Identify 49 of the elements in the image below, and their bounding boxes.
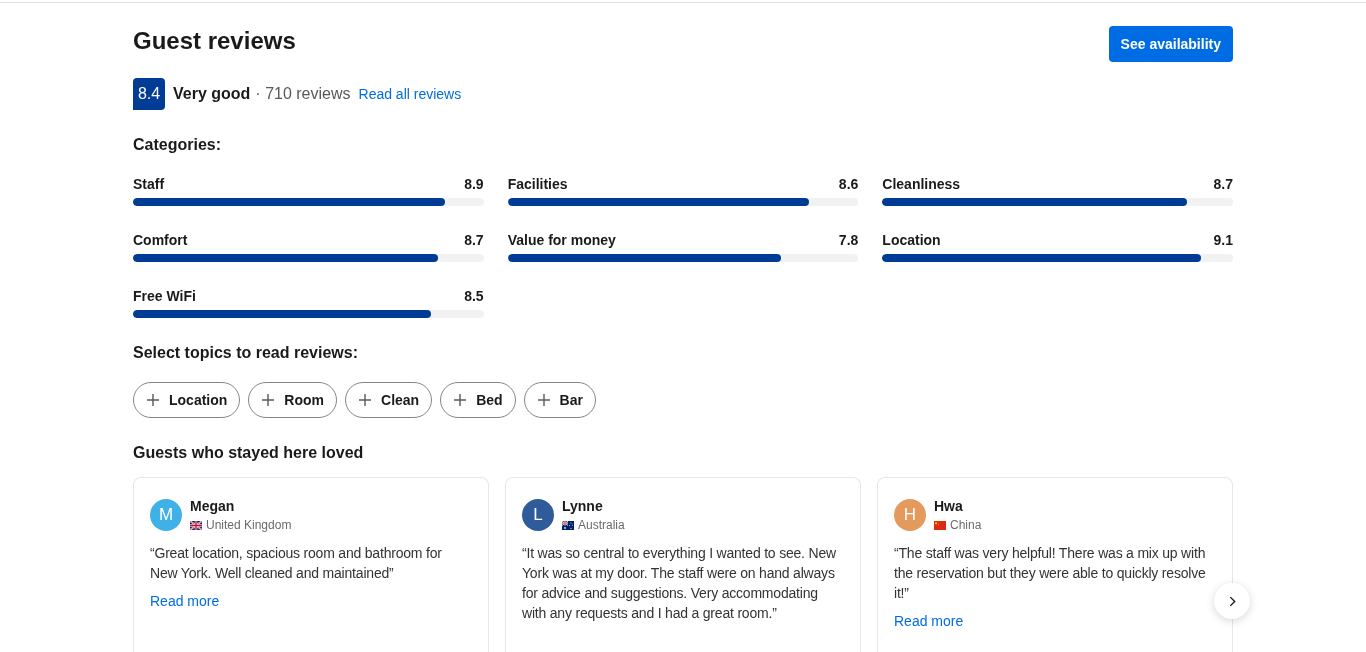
category-name: Facilities <box>507 175 568 194</box>
category-name: Free WiFi <box>133 287 196 306</box>
loved-heading: Guests who stayed here loved <box>133 443 365 463</box>
review-quote: “The staff was very helpful! There was a mix up with the reservation but they were able to quickly resolve it!” <box>894 544 1207 603</box>
read-more-link[interactable]: Read more <box>150 591 220 611</box>
reviewer-country: China <box>950 517 982 533</box>
category-name: Staff <box>133 175 165 194</box>
review-quote: “It was so central to everything I wanted to see. New York was at my door. The staff were on hand always for advice and suggestions. Very accommodating with any requests and I had a great room.” <box>522 544 837 623</box>
topic-chip[interactable]: Bed <box>440 382 516 418</box>
rating-label: Very good <box>173 85 251 103</box>
avatar: L <box>522 499 554 531</box>
reviewer-name: Lynne <box>562 497 604 515</box>
reviewer-country: Australia <box>578 517 625 533</box>
category-name: Cleanliness <box>882 175 961 194</box>
topic-chip[interactable]: Location <box>133 382 241 418</box>
score-badge: 8.4 <box>133 78 165 110</box>
plus-icon <box>262 394 275 406</box>
category-name: Comfort <box>133 231 188 250</box>
category-name: Value for money <box>507 231 616 250</box>
category-score: 8.6 <box>838 175 859 194</box>
plus-icon <box>147 394 159 406</box>
reviewer-name: Hwa <box>934 497 964 515</box>
plus-icon <box>359 394 371 406</box>
topic-chip[interactable]: Clean <box>345 382 433 418</box>
avatar: H <box>894 499 926 531</box>
review-count: · 710 reviews <box>255 85 351 103</box>
avatar: M <box>150 499 182 531</box>
topic-chip[interactable]: Room <box>248 382 337 418</box>
next-button[interactable] <box>1214 583 1250 619</box>
category-score: 7.8 <box>838 231 859 250</box>
topic-chip[interactable]: Bar <box>523 382 596 418</box>
category-score: 8.9 <box>464 175 484 194</box>
category-score: 8.7 <box>464 231 484 250</box>
topics-heading: Select topics to read reviews: <box>133 343 359 363</box>
read-all-reviews-link[interactable]: Read all reviews <box>358 86 462 102</box>
plus-icon <box>537 394 550 406</box>
chevron-right-icon <box>1228 595 1236 607</box>
category-name: Location <box>882 231 941 250</box>
reviewer-country: United Kingdom <box>206 517 292 533</box>
read-more-link[interactable]: Read more <box>894 611 964 631</box>
category-score: 9.1 <box>1213 231 1233 250</box>
plus-icon <box>454 394 467 406</box>
review-quote: “Great location, spacious room and bathroom for New York. Well cleaned and maintained” <box>150 544 443 583</box>
category-score: 8.7 <box>1213 175 1233 194</box>
section-title: Guest reviews <box>133 26 296 56</box>
see-availability-button[interactable]: See availability <box>1108 26 1233 62</box>
category-score: 8.5 <box>464 287 484 306</box>
categories-heading: Categories: <box>133 135 223 155</box>
reviewer-name: Megan <box>190 497 236 515</box>
